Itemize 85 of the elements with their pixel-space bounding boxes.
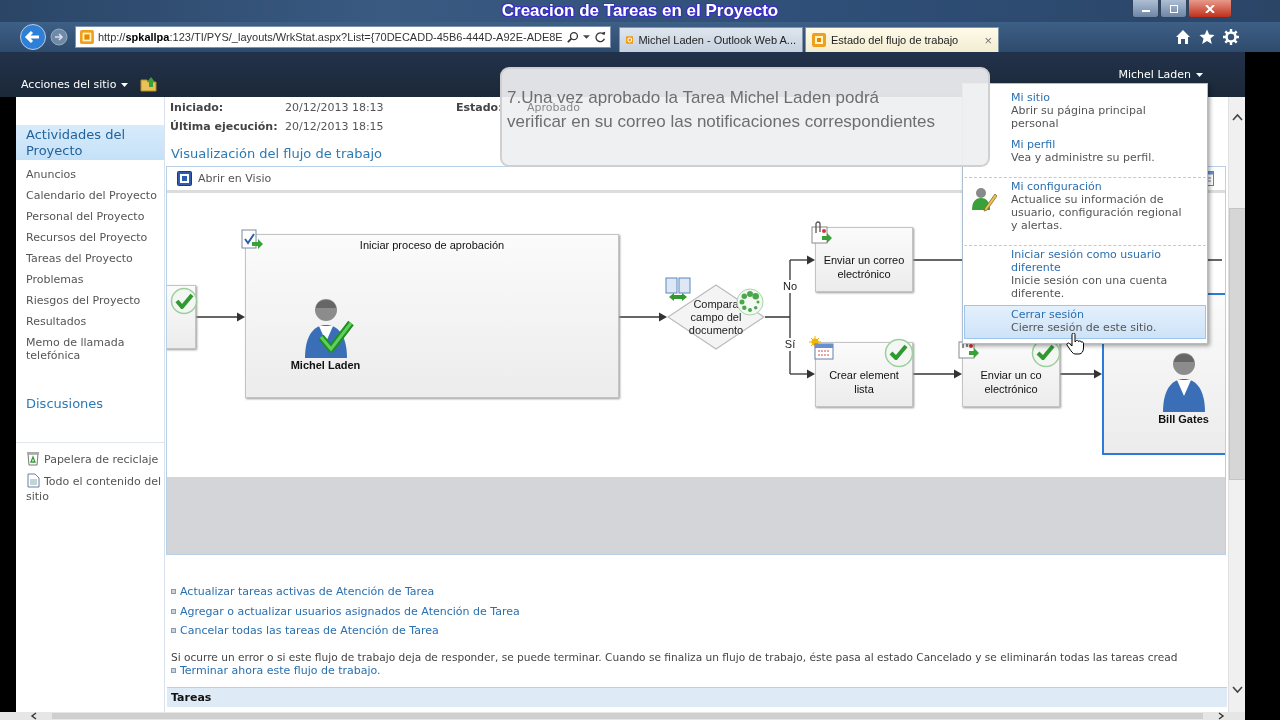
forward-button[interactable] — [50, 28, 68, 46]
step-label: Compara campo del documento — [688, 298, 744, 337]
recycle-bin-icon — [26, 451, 40, 466]
assignee-name: Bill Gates — [1158, 413, 1209, 425]
sidebar-link[interactable]: Todo el contenido del sitio — [26, 473, 164, 504]
tasks-header: Tareas — [167, 687, 1227, 707]
vertical-scrollbar[interactable] — [1228, 97, 1245, 712]
assignee-name: Michel Laden — [290, 359, 361, 371]
caret-icon — [1196, 72, 1203, 77]
site-actions-menu[interactable]: Acciones del sitio — [21, 78, 129, 91]
field-label: Última ejecución: — [170, 120, 279, 133]
home-icon — [1175, 29, 1191, 45]
section-heading: Visualización del flujo de trabajo — [170, 145, 382, 163]
user-menu[interactable]: Michel Laden — [1118, 68, 1203, 81]
maximize-icon — [1168, 4, 1179, 13]
sidebar-item[interactable]: Problemas — [26, 269, 164, 290]
address-bar[interactable]: http://spkallpa:123/TI/PYS/_layouts/WrkStat.aspx?List={70DECADD-45B6-444D-A92E-ADE8E — [75, 26, 611, 48]
minimize-button[interactable] — [1132, 0, 1159, 18]
folder-icon — [140, 76, 159, 92]
field-value: 20/12/2013 18:15 — [285, 120, 385, 133]
connector-arrow — [195, 312, 245, 322]
browser-tab[interactable]: Michel Laden - Outlook Web A... — [619, 27, 803, 52]
calendar-icon — [809, 336, 834, 360]
action-link[interactable]: Actualizar tareas activas de Atención de Tarea — [180, 585, 435, 599]
bullet-icon — [171, 628, 176, 634]
menu-item[interactable]: Cerrar sesión Cierre sesión de este sitio. — [964, 305, 1206, 339]
document-icon — [26, 473, 40, 488]
compare-icon — [665, 276, 691, 302]
mail-icon — [809, 221, 833, 245]
maximize-button[interactable] — [1160, 0, 1187, 18]
bullet-icon — [171, 667, 176, 673]
back-button[interactable] — [20, 24, 46, 50]
close-icon — [1205, 4, 1215, 13]
field-label: Estado: — [456, 101, 504, 114]
sidebar-item[interactable]: Recursos del Proyecto — [26, 227, 164, 248]
step-label: Crear element lista — [828, 368, 900, 396]
menu-item[interactable]: Mi configuración Actualice su información de usuario, configuración regional y alertas. — [964, 177, 1206, 237]
tab-label: Michel Laden - Outlook Web A... — [638, 34, 796, 46]
connector-arrow — [912, 369, 962, 379]
notice-text: Si ocurre un error o si este flujo de trabajo deja de responder, se puede terminar. Cuando se finaliza un flujo de trabajo, éste pasa al estado Cancelado y se eliminarán todas las tareas cread — [170, 649, 1179, 664]
branch-label: No — [781, 280, 799, 293]
connector-arrow — [1059, 369, 1102, 379]
close-tab-button[interactable]: × — [984, 32, 992, 48]
sidebar-item[interactable]: Resultados — [26, 311, 164, 332]
step-label: Iniciar proceso de aprobación — [358, 239, 506, 251]
caret-icon — [121, 82, 129, 87]
star-icon — [1199, 29, 1215, 45]
tab-label: Estado del flujo de trabajo — [831, 34, 960, 46]
bullet-icon — [171, 608, 176, 614]
sidebar-item[interactable]: Tareas del Proyecto — [26, 248, 164, 269]
action-link[interactable]: Agregar o actualizar usuarios asignados de Atención de Tarea — [180, 604, 520, 618]
sidebar-item[interactable]: Anuncios — [26, 164, 164, 185]
sidebar-heading[interactable]: Actividades del Proyecto — [16, 125, 164, 160]
tab-icon — [812, 33, 826, 47]
search-icon — [566, 30, 579, 44]
visio-icon — [177, 171, 192, 186]
browser-tab[interactable]: Estado del flujo de trabajo × — [805, 27, 999, 52]
bullet-icon — [171, 589, 176, 595]
field-label: Iniciado: — [170, 101, 225, 114]
step-label: Enviar un co electrónico — [979, 368, 1043, 396]
close-button[interactable] — [1188, 0, 1232, 18]
caret-icon — [582, 34, 590, 40]
window-title: Creacion de Tareas en el Proyecto — [501, 1, 779, 21]
sidebar-item[interactable]: Riesgos del Proyecto — [26, 290, 164, 311]
field-value: 20/12/2013 18:13 — [285, 101, 385, 114]
connector-arrow — [789, 369, 815, 379]
tab-icon — [626, 33, 634, 47]
sidebar-item[interactable]: Calendario del Proyecto — [26, 185, 164, 206]
sidebar-item[interactable]: Memo de llamada telefónica — [26, 332, 164, 366]
refresh-icon — [593, 30, 606, 44]
settings-icon — [1223, 29, 1239, 45]
site-icon — [80, 29, 94, 45]
sidebar-link[interactable]: Papelera de reciclaje — [26, 451, 164, 467]
address-text: http://spkallpa:123/TI/PYS/_layouts/WrkStat.aspx?List={70DECADD-45B6-444D-A92E-ADE8E — [97, 31, 563, 43]
step-label: Enviar un correo electrónico — [822, 253, 906, 281]
open-in-visio-button[interactable]: Abrir en Visio — [177, 171, 272, 186]
document-icon — [240, 229, 264, 251]
sidebar-item[interactable]: Personal del Proyecto — [26, 206, 164, 227]
user-edit-icon — [971, 186, 997, 214]
horizontal-scrollbar[interactable] — [0, 712, 1245, 720]
connector-arrow — [789, 255, 815, 265]
sidebar-heading[interactable]: Discusiones — [16, 394, 164, 413]
terminate-link[interactable]: Terminar ahora este flujo de trabajo. — [180, 663, 381, 677]
connector-arrow — [618, 312, 667, 322]
action-link[interactable]: Cancelar todas las tareas de Atención de Tarea — [180, 624, 439, 638]
